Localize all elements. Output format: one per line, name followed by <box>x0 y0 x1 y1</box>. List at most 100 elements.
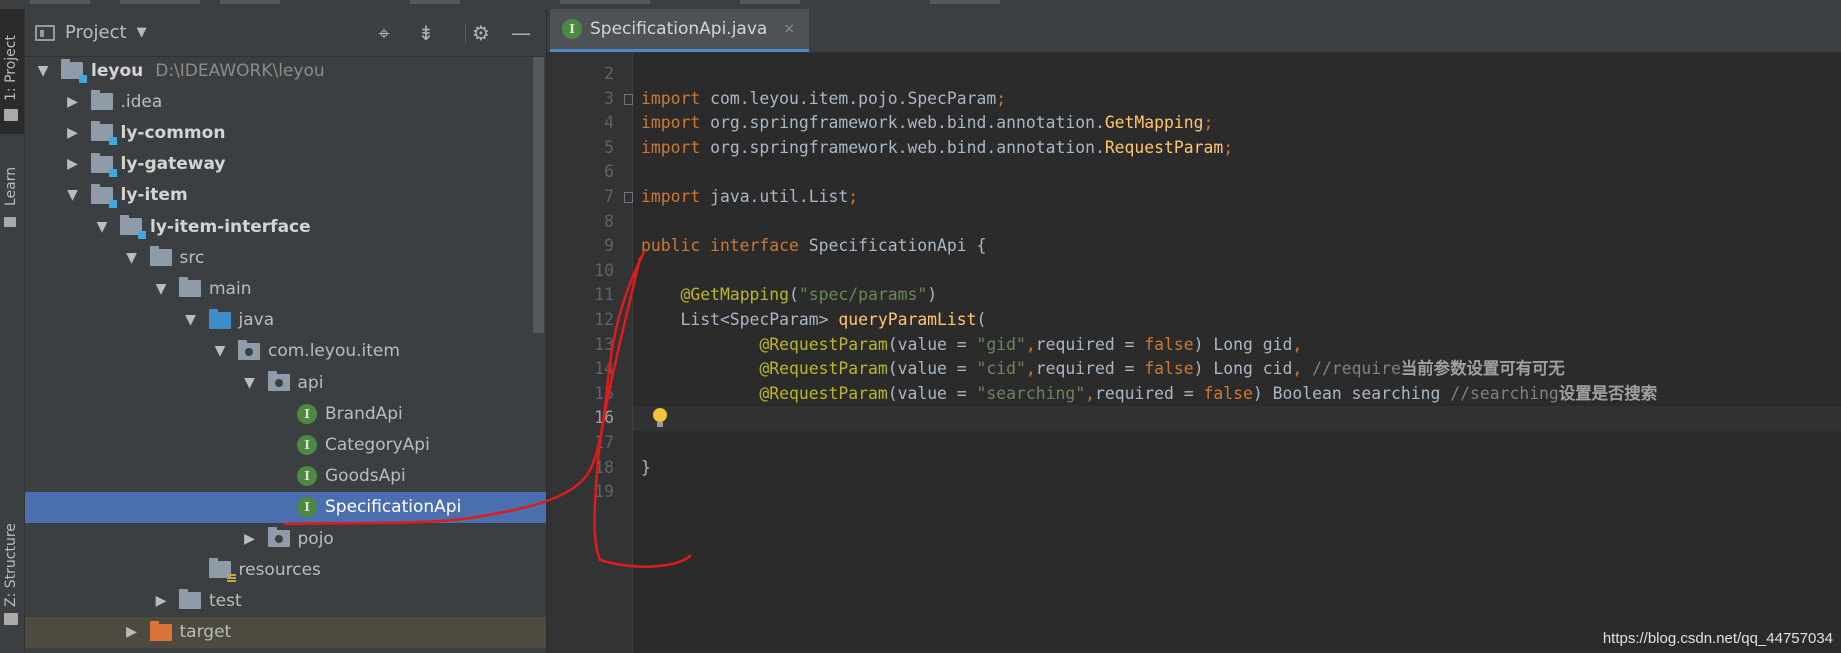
tree-scrollbar[interactable] <box>533 57 544 333</box>
line-number[interactable]: 9 <box>564 234 614 258</box>
expand-arrow-icon[interactable]: ▼ <box>35 63 51 79</box>
fold-icon[interactable] <box>624 192 633 203</box>
tree-node-target[interactable]: ▶ target <box>25 616 546 648</box>
project-tool-tab[interactable]: 1: Project <box>0 9 24 134</box>
code-editor: I SpecificationApi.java × 2 3 4 5 6 7 8 9 10 11 12… <box>547 9 1841 653</box>
code-token: RequestParam <box>1104 137 1224 157</box>
line-number[interactable]: 5 <box>564 136 614 160</box>
learn-tool-icon <box>4 217 16 227</box>
expand-arrow-icon[interactable]: ▼ <box>212 343 228 359</box>
tree-node-specificationapi[interactable]: I SpecificationApi <box>25 491 546 523</box>
tree-node-label: leyou <box>91 60 144 81</box>
structure-tool-tab[interactable]: Z: Structure <box>0 479 24 629</box>
code-token: queryParamList <box>838 310 977 329</box>
line-number[interactable]: 6 <box>564 160 614 184</box>
line-number[interactable]: 3 <box>564 87 614 111</box>
minimize-icon[interactable]: — <box>509 21 533 45</box>
code-token: import <box>641 113 701 133</box>
collapse-arrow-icon[interactable]: ▶ <box>124 624 140 640</box>
collapse-arrow-icon[interactable]: ▶ <box>65 125 81 141</box>
code-token: false <box>1203 383 1253 403</box>
line-number[interactable]: 2 <box>564 62 614 86</box>
code-token: "cid" <box>976 359 1026 379</box>
gear-icon[interactable]: ⚙ <box>469 21 493 45</box>
interface-icon: I <box>297 497 317 518</box>
tree-node-ly-common[interactable]: ▶ ly-common <box>25 117 546 148</box>
tree-node-ly-gateway[interactable]: ▶ ly-gateway <box>25 149 546 180</box>
project-tool-window: Project ▼ ⌖ ⇟ ⚙ — ▼ leyou D:\IDEAWORK\leyo… <box>25 9 546 653</box>
expand-arrow-icon[interactable]: ▼ <box>242 375 258 391</box>
code-line: import java.util.List; <box>641 185 858 209</box>
learn-tool-tab[interactable]: Learn <box>0 149 24 239</box>
tree-node-pojo[interactable]: ▶ pojo <box>25 523 546 554</box>
expand-arrow-icon[interactable]: ▼ <box>94 219 110 235</box>
code-token: ( <box>976 310 987 329</box>
code-token: import <box>641 88 701 108</box>
project-view-selector[interactable]: Project ▼ <box>35 22 147 43</box>
collapse-arrow-icon[interactable]: ▶ <box>242 531 258 547</box>
project-tool-tab-label: 1: Project <box>3 35 19 101</box>
excluded-folder-icon <box>149 620 172 641</box>
tree-node-idea[interactable]: ▶ .idea <box>25 86 546 117</box>
tree-node-src[interactable]: ▼ src <box>25 242 546 273</box>
tree-node-api[interactable]: ▼ api <box>25 367 546 398</box>
tree-node-com-leyou-item[interactable]: ▼ com.leyou.item <box>25 336 546 367</box>
tree-node-test[interactable]: ▶ test <box>25 585 546 616</box>
tree-node-label: test <box>209 590 242 611</box>
code-line: @GetMapping("spec/params") <box>641 283 937 307</box>
watermark: https://blog.csdn.net/qq_44757034 <box>1602 630 1833 647</box>
crosshair-icon[interactable]: ⌖ <box>372 21 396 45</box>
tree-node-leyou[interactable]: ▼ leyou D:\IDEAWORK\leyou <box>25 55 546 86</box>
module-folder-icon <box>61 59 87 83</box>
line-number[interactable]: 19 <box>564 480 614 504</box>
line-number[interactable]: 18 <box>564 456 614 480</box>
tree-node-label: com.leyou.item <box>268 341 400 362</box>
collapse-arrow-icon[interactable]: ▶ <box>65 156 81 172</box>
collapse-arrow-icon[interactable]: ▶ <box>65 94 81 110</box>
line-number[interactable]: 13 <box>564 333 614 357</box>
expand-arrow-icon[interactable]: ▼ <box>124 250 140 266</box>
close-icon[interactable]: × <box>783 21 795 37</box>
expand-arrow-icon[interactable]: ▼ <box>65 187 81 203</box>
tool-window-stripe: 1: Project Learn Z: Structure <box>0 9 25 653</box>
project-tool-icon <box>4 109 18 121</box>
expand-arrow-icon[interactable]: ▼ <box>183 312 199 328</box>
module-folder-icon <box>90 121 117 146</box>
module-folder-icon <box>90 183 117 208</box>
tree-node-goodsapi[interactable]: I GoodsApi <box>25 461 546 492</box>
code-token: , <box>1025 359 1036 379</box>
tree-node-brandapi[interactable]: I BrandApi <box>25 398 546 429</box>
code-token: ; <box>996 88 1007 108</box>
line-number[interactable]: 11 <box>564 283 614 307</box>
expand-arrow-icon[interactable]: ▼ <box>153 281 169 297</box>
line-number[interactable]: 12 <box>564 308 614 332</box>
fold-icon[interactable] <box>624 93 633 105</box>
line-number[interactable]: 15 <box>564 382 614 406</box>
tree-node-ly-item-interface[interactable]: ▼ ly-item-interface <box>25 211 546 242</box>
tree-node-main[interactable]: ▼ main <box>25 273 546 304</box>
line-number[interactable]: 16 <box>564 406 614 430</box>
tab-label: SpecificationApi.java <box>590 19 768 39</box>
collapse-all-icon[interactable]: ⇟ <box>414 21 438 45</box>
line-number[interactable]: 14 <box>564 357 614 381</box>
folder-icon <box>179 277 201 298</box>
structure-tool-tab-label: Z: Structure <box>3 523 19 607</box>
lightbulb-icon[interactable] <box>651 407 669 429</box>
code-area[interactable]: import com.leyou.item.pojo.SpecParam; imp… <box>633 53 1841 653</box>
line-number[interactable]: 8 <box>564 210 614 234</box>
line-number[interactable]: 17 <box>564 431 614 455</box>
code-token: import <box>641 187 701 206</box>
tree-node-resources[interactable]: resources <box>25 554 546 585</box>
tree-node-label: .idea <box>120 91 163 112</box>
chevron-down-icon: ▼ <box>136 25 147 40</box>
line-number[interactable]: 4 <box>564 111 614 135</box>
tree-node-categoryapi[interactable]: I CategoryApi <box>25 429 546 460</box>
line-number[interactable]: 10 <box>564 259 614 283</box>
line-number[interactable]: 7 <box>564 185 614 209</box>
editor-tab-specificationapi[interactable]: I SpecificationApi.java × <box>550 9 810 52</box>
learn-tool-tab-label: Learn <box>3 166 19 206</box>
collapse-arrow-icon[interactable]: ▶ <box>153 593 169 609</box>
tree-node-java[interactable]: ▼ java <box>25 305 546 336</box>
tree-node-ly-item[interactable]: ▼ ly-item <box>25 180 546 211</box>
